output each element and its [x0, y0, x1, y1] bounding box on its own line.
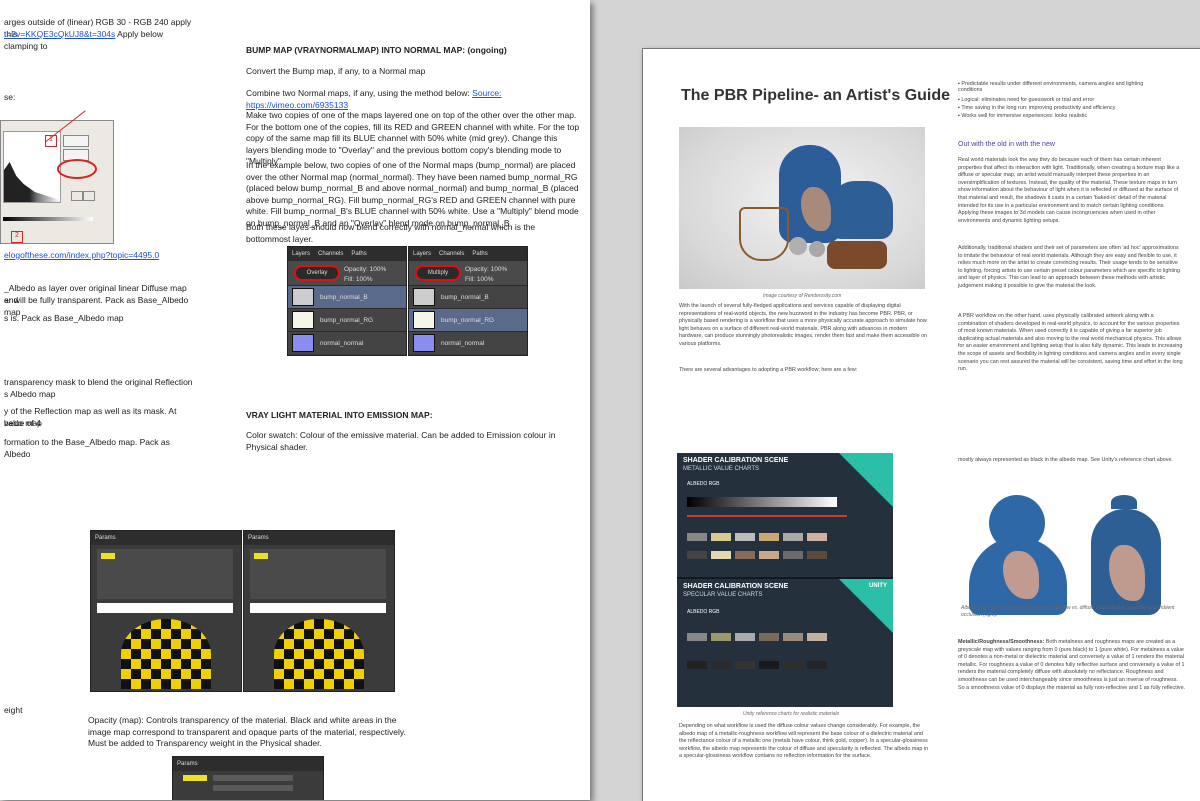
layer-row[interactable]: bump_normal_B [409, 285, 527, 308]
bump-paragraph: Make two copies of one of the maps layer… [246, 110, 580, 166]
params-screenshot-right: Params [243, 530, 395, 692]
fragment-text: bedo map [4, 418, 42, 428]
bump-heading: BUMP MAP (VRAYNORMALMAP) INTO NORMAL MAP… [246, 45, 507, 55]
layer-row[interactable]: bump_normal_RG [409, 308, 527, 331]
fragment-text: se: [4, 92, 16, 102]
calibration-chart-image: SHADER CALIBRATION SCENE METALLIC VALUE … [677, 453, 893, 707]
layer-row[interactable]: normal_normal [409, 331, 527, 354]
params-screenshot-bottom: Params [172, 756, 324, 800]
fragment-text: t=2v=KKQE3cQkUJ8&t=304s Apply below clam… [4, 29, 164, 51]
params-screenshot-left: Params [90, 530, 242, 692]
checker-sphere [121, 619, 211, 689]
fragment-text: s is. Pack as Base_Albedo map [4, 313, 124, 323]
layer-row[interactable]: bump_normal_RG [288, 308, 406, 331]
fragment-text: formation to the Base_Albedo map. Pack a… [4, 437, 170, 459]
layer-row[interactable]: normal_normal [288, 331, 406, 354]
blend-mode-select[interactable]: Overlay [294, 265, 340, 281]
video-link[interactable]: t=2v=KKQE3cQkUJ8&t=304s [4, 29, 115, 39]
bump-paragraph: Convert the Bump map, if any, to a Norma… [246, 66, 426, 76]
fragment-text: transparency mask to blend the original … [4, 377, 193, 387]
bullet-item: Predictable results under different envi… [958, 81, 1168, 93]
opacity-paragraph: Opacity (map): Controls transparency of … [88, 715, 406, 748]
hero-caption: Image courtesy of Renderosity.com [763, 293, 842, 299]
article-title: The PBR Pipeline- an Artist's Guide [681, 87, 951, 104]
chart-caption: Unity reference charts for realistic mat… [743, 711, 840, 717]
layers-panel-multiply: Layers Channels Paths Multiply Opacity: … [408, 246, 528, 356]
vray-paragraph: Color swatch: Colour of the emissive mat… [246, 430, 556, 452]
fragment-link: elogofthese.com/index.php?topic=4495.0 [4, 250, 160, 260]
bottom-paragraph: Depending on what workflow is used the d… [679, 723, 929, 760]
section-heading: Out with the old in with the new [958, 141, 1055, 148]
layers-panel-overlay: Layers Channels Paths Overlay Opacity: 1… [287, 246, 407, 356]
bump-paragraph: Combine two Normal maps, if any, using t… [246, 88, 502, 110]
checker-sphere [274, 619, 364, 689]
body-paragraph: Metallic/Roughness/Smoothness: Both meta… [958, 639, 1186, 691]
bullet-item: Works well for immersive experiences: lo… [958, 113, 1168, 119]
body-paragraph: Additionally, traditional shaders and th… [958, 245, 1181, 289]
advantages-paragraph: There are several advantages to adopting… [679, 367, 858, 373]
vase-caption: Albedo map (left) for metallic-roughness… [961, 605, 1175, 618]
body-paragraph: A PBR workflow on the other hand, uses p… [958, 313, 1183, 373]
fragment-text: s Albedo map [4, 389, 56, 399]
bump-paragraph: Both these layes should now blend correc… [246, 222, 536, 244]
intro-paragraph: With the launch of several fully-fledged… [679, 303, 928, 347]
levels-dialog-screenshot: 1 2 [0, 110, 114, 244]
body-paragraph: mostly always represented as black in th… [958, 457, 1173, 463]
vray-heading: VRAY LIGHT MATERIAL INTO EMISSION MAP: [246, 410, 433, 420]
blend-mode-select[interactable]: Multiply [415, 265, 461, 281]
left-document-page: arges outside of (linear) RGB 30 - RGB 2… [0, 0, 590, 800]
bullet-item: Time saving in the long run: improving p… [958, 105, 1168, 111]
vase-albedo-image [963, 489, 1183, 619]
hero-render-image [679, 127, 925, 289]
bullet-item: Logical: eliminates need for guesswork o… [958, 97, 1168, 103]
right-document-page: The PBR Pipeline- an Artist's Guide Imag… [642, 48, 1200, 801]
body-paragraph: Real world materials look the way they d… [958, 157, 1180, 224]
bump-paragraph: In the example below, two copies of one … [246, 160, 579, 228]
layer-row[interactable]: bump_normal_B [288, 285, 406, 308]
